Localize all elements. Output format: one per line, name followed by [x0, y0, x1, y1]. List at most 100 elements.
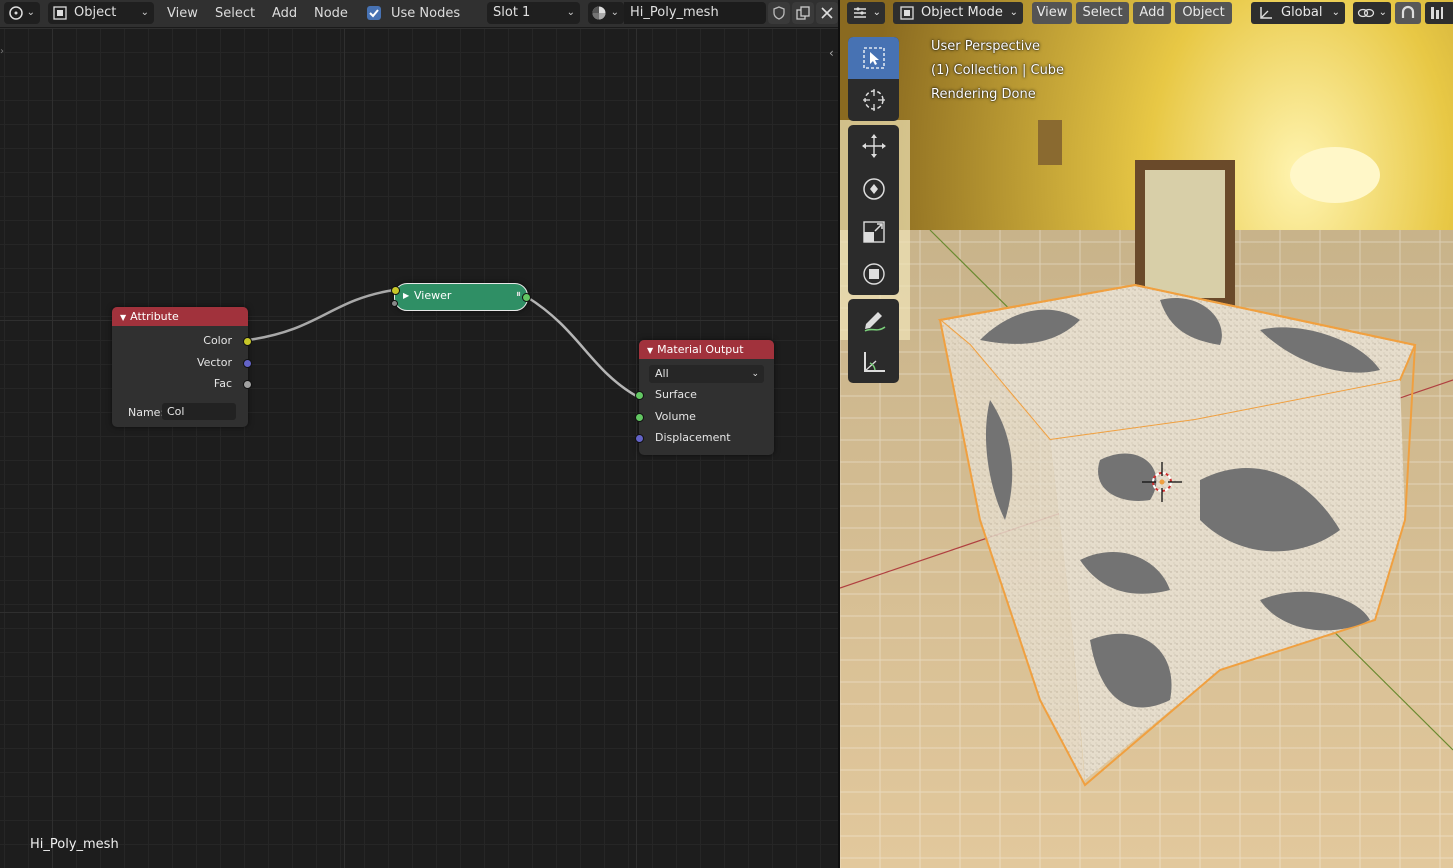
- tool-rotate[interactable]: [848, 168, 899, 210]
- viewer-node-title: Viewer: [414, 289, 452, 302]
- material-browse-button[interactable]: ⌄: [588, 2, 624, 24]
- menu-node[interactable]: Node: [314, 3, 348, 24]
- tool-transform[interactable]: [848, 253, 899, 295]
- collapse-triangle-icon[interactable]: ▼: [120, 313, 126, 322]
- slot-selector[interactable]: Slot 1 ⌄: [487, 2, 580, 24]
- mode-selector[interactable]: Object Mode ⌄: [893, 2, 1023, 24]
- output-vector: Vector: [112, 352, 252, 374]
- duplicate-material-button[interactable]: [792, 2, 814, 24]
- tool-select-box[interactable]: [848, 37, 899, 79]
- tool-move[interactable]: [848, 125, 899, 167]
- select-box-icon: [862, 47, 885, 69]
- duplicate-icon: [796, 6, 810, 20]
- active-object-label: (1) Collection | Cube: [931, 63, 1065, 78]
- menu-add[interactable]: Add: [1133, 2, 1171, 24]
- object-selector-label: Object: [74, 5, 117, 20]
- material-output-header[interactable]: ▼ Material Output: [639, 340, 774, 359]
- fac-socket[interactable]: [243, 380, 252, 389]
- checkmark-icon: [369, 9, 379, 18]
- viewer-output-socket[interactable]: [522, 293, 531, 302]
- chevron-down-icon: ⌄: [26, 7, 35, 18]
- fake-user-button[interactable]: [768, 2, 790, 24]
- tool-measure[interactable]: [848, 341, 899, 383]
- menu-view[interactable]: View: [167, 3, 198, 24]
- expand-triangle-icon[interactable]: ▶: [403, 291, 409, 300]
- magnet-icon: [1401, 5, 1415, 18]
- object-mode-icon: [900, 6, 914, 20]
- link-color-to-viewer: [247, 288, 395, 342]
- render-status-label: Rendering Done: [931, 87, 1036, 102]
- viewer-input-socket-2[interactable]: [391, 300, 398, 307]
- attribute-node-header[interactable]: ▼ Attribute: [112, 307, 248, 326]
- 3d-viewport[interactable]: ⌄ Object Mode ⌄ View Select Add Object G…: [840, 0, 1453, 868]
- use-nodes-label[interactable]: Use Nodes: [391, 3, 460, 24]
- close-icon: [821, 7, 833, 19]
- menu-add[interactable]: Add: [272, 3, 297, 24]
- input-displacement: Displacement: [635, 427, 774, 449]
- displacement-socket[interactable]: [635, 434, 644, 443]
- menu-view[interactable]: View: [1032, 2, 1072, 24]
- viewer-node[interactable]: ▶ Viewer ⏸: [391, 283, 531, 311]
- tool-scale[interactable]: [848, 211, 899, 253]
- output-fac: Fac: [112, 373, 252, 395]
- attribute-node[interactable]: ▼ Attribute Color Vector Fac Name: Col: [112, 307, 252, 427]
- material-output-node[interactable]: ▼ Material Output All ⌄ Surface Volume Di…: [635, 340, 774, 455]
- snap-toggle[interactable]: [1395, 2, 1421, 24]
- material-name-field[interactable]: Hi_Poly_mesh: [624, 2, 766, 24]
- input-surface: Surface: [635, 384, 774, 406]
- node-editor-header: ⌄ Object ⌄ View Select Add Node Use Node…: [0, 0, 838, 28]
- object-selector[interactable]: Object ⌄: [48, 2, 154, 24]
- input-label: Surface: [655, 388, 697, 401]
- picture-frame: [1038, 120, 1062, 165]
- slot-selector-label: Slot 1: [493, 5, 531, 20]
- output-target-dropdown[interactable]: All ⌄: [649, 365, 764, 383]
- chevron-down-icon: ⌄: [1378, 7, 1387, 18]
- link-viewer-to-surface: [526, 295, 639, 399]
- toolbar-group-transform: [848, 125, 899, 295]
- input-label: Displacement: [655, 431, 731, 444]
- tool-annotate[interactable]: [848, 299, 899, 341]
- transform-icon: [862, 263, 885, 285]
- vector-socket[interactable]: [243, 358, 252, 368]
- move-icon: [861, 134, 886, 158]
- cursor-icon: [862, 89, 885, 111]
- material-sphere-icon: [592, 6, 606, 20]
- material-output-title: Material Output: [657, 343, 744, 356]
- shader-node-editor[interactable]: ⌄ Object ⌄ View Select Add Node Use Node…: [0, 0, 838, 868]
- menu-object[interactable]: Object: [1175, 2, 1232, 24]
- volume-socket[interactable]: [635, 412, 644, 422]
- node-tree-name-label: Hi_Poly_mesh: [30, 837, 119, 852]
- chevron-down-icon: ⌄: [751, 369, 759, 379]
- toolbar-group-select: [848, 37, 899, 121]
- transform-orientation-selector[interactable]: Global ⌄: [1251, 2, 1345, 24]
- editor-type-selector[interactable]: ⌄: [847, 2, 885, 24]
- lamp-shade: [1290, 147, 1380, 203]
- output-label: Vector: [196, 355, 232, 369]
- menu-select[interactable]: Select: [215, 3, 255, 24]
- collapse-triangle-icon[interactable]: ▼: [647, 346, 653, 355]
- attribute-name-value: Col: [167, 404, 185, 418]
- scale-icon: [862, 221, 885, 243]
- menu-select[interactable]: Select: [1076, 2, 1129, 24]
- output-label: Fac: [213, 377, 232, 390]
- output-color: Color: [112, 330, 252, 352]
- chevron-down-icon: ⌄: [872, 7, 881, 18]
- color-socket[interactable]: [243, 337, 252, 346]
- viewer-input-socket[interactable]: [391, 286, 400, 295]
- surface-socket[interactable]: [635, 391, 644, 400]
- chevron-down-icon: ⌄: [1331, 7, 1340, 18]
- proportional-icon: [1431, 7, 1443, 19]
- output-target-value: All: [655, 367, 669, 380]
- orientation-label: Global: [1281, 5, 1323, 20]
- tool-cursor[interactable]: [848, 79, 899, 121]
- pivot-selector[interactable]: ⌄: [1353, 2, 1391, 24]
- node-editor-icon: [9, 6, 23, 20]
- proportional-editing-toggle[interactable]: [1425, 2, 1453, 24]
- material-name-value: Hi_Poly_mesh: [630, 5, 719, 20]
- chevron-down-icon: ⌄: [610, 7, 619, 18]
- unlink-material-button[interactable]: [816, 2, 838, 24]
- attribute-name-field[interactable]: Col: [162, 402, 236, 420]
- editor-type-selector[interactable]: ⌄: [4, 2, 40, 24]
- use-nodes-checkbox[interactable]: [367, 6, 381, 20]
- chevron-down-icon: ⌄: [140, 7, 149, 18]
